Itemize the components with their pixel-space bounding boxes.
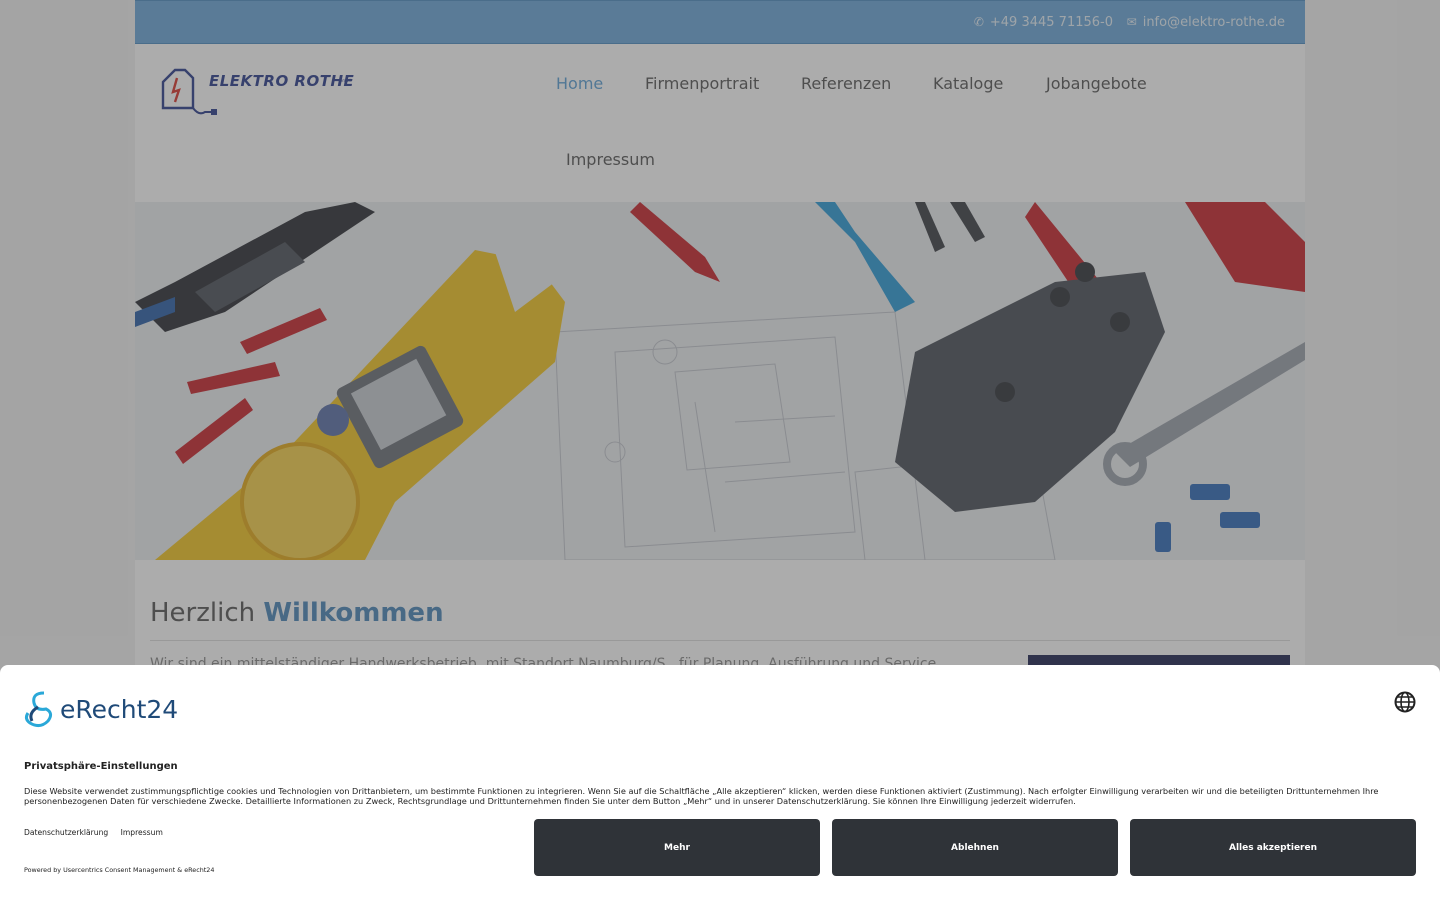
erecht24-mark-icon — [24, 691, 53, 728]
cookie-consent-banner: eRecht24 Privatsphäre-Einstellungen Dies… — [0, 665, 1440, 900]
globe-icon[interactable] — [1394, 691, 1416, 713]
more-button[interactable]: Mehr — [534, 819, 820, 876]
erecht24-brand: eRecht24 — [60, 695, 179, 724]
consent-description: Diese Website verwendet zustimmungspflic… — [24, 786, 1379, 806]
consent-title: Privatsphäre-Einstellungen — [24, 761, 178, 772]
privacy-policy-link[interactable]: Datenschutzerklärung — [24, 828, 108, 837]
erecht24-logo: eRecht24 — [24, 689, 194, 729]
accept-all-button[interactable]: Alles akzeptieren — [1130, 819, 1416, 876]
powered-by: Powered by Usercentrics Consent Manageme… — [24, 866, 215, 874]
decline-button[interactable]: Ablehnen — [832, 819, 1118, 876]
consent-links: Datenschutzerklärung Impressum — [24, 828, 173, 837]
imprint-link[interactable]: Impressum — [121, 828, 163, 837]
